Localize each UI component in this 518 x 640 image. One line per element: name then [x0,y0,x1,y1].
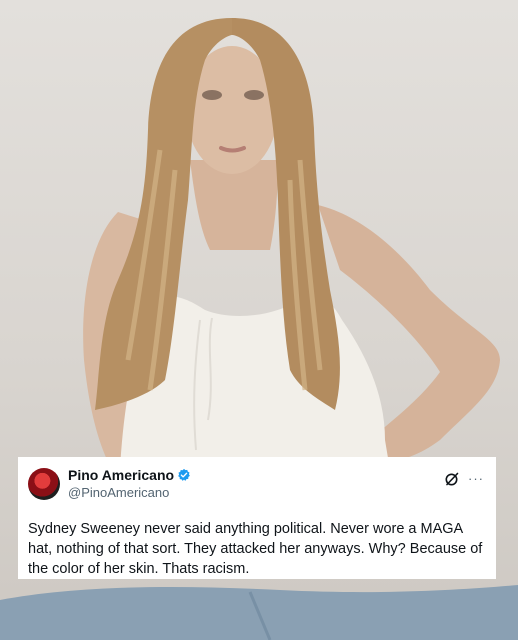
tweet-text: Sydney Sweeney never said anything polit… [28,521,483,577]
grok-icon[interactable] [444,471,460,487]
display-name[interactable]: Pino Americano [68,467,174,483]
header-actions: ··· [444,467,484,487]
handle[interactable]: @PinoAmericano [68,485,191,500]
author-block: Pino Americano @PinoAmericano [68,467,191,500]
tweet-header: Pino Americano @PinoAmericano ··· [28,467,484,515]
avatar[interactable] [28,468,60,500]
more-icon[interactable]: ··· [468,472,484,486]
name-row: Pino Americano [68,467,191,483]
tweet-card[interactable]: Pino Americano @PinoAmericano ··· Sydney [18,457,496,579]
verified-badge-icon [177,468,191,482]
